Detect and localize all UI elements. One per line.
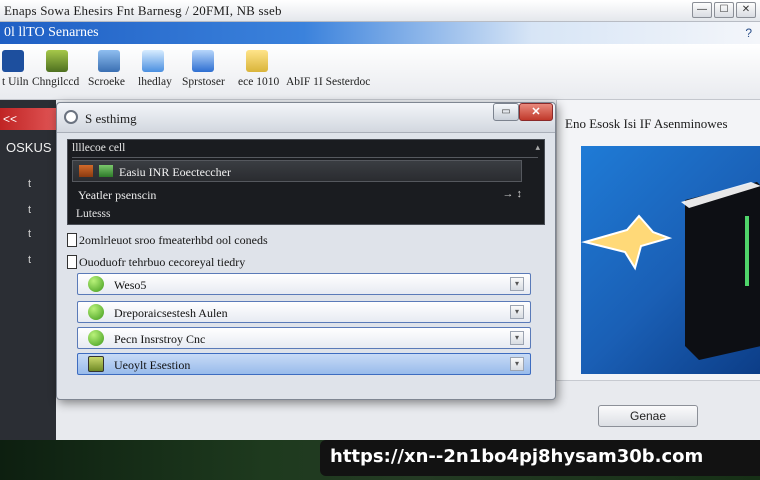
url-caption: https://xn--2n1bo4pj8hysam30b.com	[320, 440, 760, 476]
option-row[interactable]: Weso5 ▾	[77, 273, 531, 295]
left-tick[interactable]: t	[28, 204, 31, 216]
header-title: 0l llTO Senarnes	[4, 25, 99, 40]
dark-list-header: llllecoe cell	[72, 142, 538, 158]
ribbon-icon-1[interactable]	[46, 50, 68, 72]
preview-image	[581, 146, 760, 374]
right-preview-panel: Eno Esosk Isi IF Asenminowes	[556, 100, 760, 380]
minimize-button[interactable]: —	[692, 2, 712, 18]
left-nav-panel: << OSKUS t t t t	[0, 100, 56, 480]
dropdown-arrow-icon[interactable]: ▾	[510, 305, 524, 319]
dialog-close-button[interactable]: ✕	[519, 103, 553, 121]
ribbon-label-1[interactable]: Chngilccd	[32, 76, 79, 88]
preview-illustration	[581, 182, 760, 360]
ribbon-icon-5[interactable]	[246, 50, 268, 72]
option-row-selected[interactable]: Ueoylt Esestion ▾	[77, 353, 531, 375]
info-text: 2omlrleuot sroo fmeaterhbd ool coneds	[79, 233, 268, 247]
close-button[interactable]: ✕	[736, 2, 756, 18]
generate-button[interactable]: Genae	[598, 405, 698, 427]
ribbon-icon-4[interactable]	[192, 50, 214, 72]
ribbon-label-2[interactable]: Scroeke	[88, 76, 125, 88]
info-checkbox[interactable]	[67, 233, 77, 247]
option-label: Ueoylt Esestion	[114, 358, 191, 372]
device-led-strip	[745, 216, 749, 286]
folder-icon	[79, 165, 93, 177]
app-header: 0l llTO Senarnes ?	[0, 22, 760, 44]
maximize-button[interactable]: ☐	[714, 2, 734, 18]
option-label: Weso5	[114, 278, 147, 292]
info-checkbox[interactable]	[67, 255, 77, 269]
window-title: Enaps Sowa Ehesirs Fnt Barnesg / 20FMI, …	[4, 3, 282, 18]
list-item[interactable]: Easiu INR Eoecteccher	[72, 160, 522, 182]
scroll-up-icon[interactable]: ▴	[535, 142, 540, 153]
window-controls: — ☐ ✕	[692, 2, 756, 18]
left-panel-tab[interactable]: <<	[0, 108, 56, 130]
list-item[interactable]: Lutesss	[76, 208, 111, 220]
ribbon-icon-0[interactable]	[2, 50, 24, 72]
ribbon-icon-2[interactable]	[98, 50, 120, 72]
green-orb-icon	[88, 330, 104, 346]
ribbon-label-4[interactable]: Sprstoser	[182, 76, 225, 88]
ribbon-label-6[interactable]: AbIF 1I Sesterdoc	[286, 76, 370, 88]
sort-arrow-icon[interactable]: → ↕	[502, 188, 522, 200]
green-orb-icon	[88, 304, 104, 320]
window-titlebar: Enaps Sowa Ehesirs Fnt Barnesg / 20FMI, …	[0, 0, 760, 22]
option-row[interactable]: Dreporaicsestesh Aulen ▾	[77, 301, 531, 323]
left-tick[interactable]: t	[28, 228, 31, 240]
dialog-titlebar: S esthimg ▭ ✕	[57, 103, 555, 133]
option-label: Pecn Insrstroy Cnc	[114, 332, 206, 346]
left-panel-tab-label: <<	[3, 112, 18, 126]
green-orb-icon	[88, 276, 104, 292]
setup-dialog: S esthimg ▭ ✕ llllecoe cell ▴ Easiu INR …	[56, 102, 556, 400]
arrow-bird-shape	[581, 214, 673, 271]
left-tick[interactable]: t	[28, 178, 31, 190]
ribbon-icon-3[interactable]	[142, 50, 164, 72]
dropdown-arrow-icon[interactable]: ▾	[510, 277, 524, 291]
dialog-minimize-button[interactable]: ▭	[493, 103, 519, 121]
ribbon-toolbar: t Uiln Chngilccd Scroeke lhedlay Sprstos…	[0, 44, 760, 100]
list-item-label: Easiu INR Eoecteccher	[119, 165, 231, 179]
ribbon-label-0[interactable]: t Uiln	[2, 76, 29, 88]
dropdown-arrow-icon[interactable]: ▾	[510, 357, 524, 371]
dark-listbox: llllecoe cell ▴ Easiu INR Eoecteccher Ye…	[67, 139, 545, 225]
package-icon	[88, 356, 104, 372]
list-item[interactable]: Yeatler psenscin	[78, 188, 156, 203]
left-tick[interactable]: t	[28, 254, 31, 266]
left-panel-label: OSKUS	[6, 140, 52, 155]
info-text: Ouoduofr tehrbuo cecoreyal tiedry	[79, 255, 246, 269]
help-icon[interactable]: ?	[745, 26, 752, 40]
ribbon-label-3[interactable]: lhedlay	[138, 76, 172, 88]
check-icon	[99, 165, 113, 177]
option-row[interactable]: Pecn Insrstroy Cnc ▾	[77, 327, 531, 349]
dialog-title: S esthimg	[85, 111, 137, 126]
right-panel-title: Eno Esosk Isi IF Asenminowes	[565, 116, 728, 131]
dropdown-arrow-icon[interactable]: ▾	[510, 331, 524, 345]
option-label: Dreporaicsestesh Aulen	[114, 306, 228, 320]
ribbon-label-5[interactable]: ece 1010	[238, 76, 279, 88]
url-caption-text: https://xn--2n1bo4pj8hysam30b.com	[330, 446, 704, 467]
dialog-app-icon	[64, 110, 78, 124]
